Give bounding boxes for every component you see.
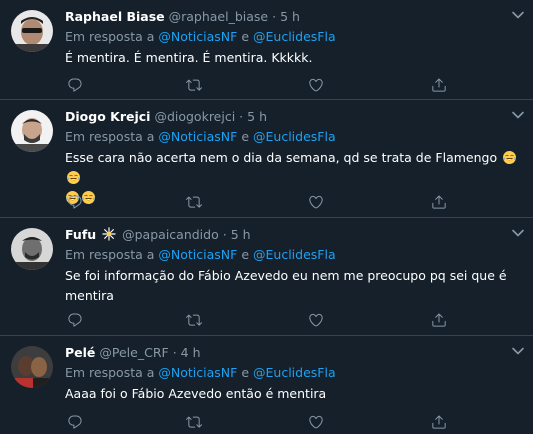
timestamp[interactable]: 5 h: [280, 9, 300, 24]
user-handle[interactable]: @raphael_biase: [169, 9, 269, 24]
avatar[interactable]: [11, 10, 53, 52]
share-icon[interactable]: [431, 77, 447, 93]
share-icon[interactable]: [431, 194, 447, 210]
retweet-icon[interactable]: [186, 312, 202, 328]
reply-icon[interactable]: [67, 77, 83, 93]
avatar[interactable]: [11, 346, 53, 388]
tweet-text-line: Se foi informação do Fábio Azevedo eu ne…: [65, 268, 507, 283]
mention-link[interactable]: @EuclidesFla: [253, 247, 336, 262]
laughing-emoji-icon: [502, 150, 517, 165]
retweet-icon[interactable]: [186, 77, 202, 93]
chevron-down-icon[interactable]: [511, 110, 525, 120]
mention-link[interactable]: @EuclidesFla: [253, 365, 336, 380]
share-icon[interactable]: [431, 312, 447, 328]
user-handle[interactable]: @Pele_CRF: [99, 345, 168, 360]
mention-link[interactable]: @NoticiasNF: [158, 365, 237, 380]
reply-context: Em resposta a @NoticiasNF e @EuclidesFla: [65, 246, 521, 264]
reply-icon[interactable]: [67, 194, 83, 210]
avatar[interactable]: [11, 110, 53, 152]
reply-prefix: Em resposta a: [65, 365, 155, 380]
reply-conjunction: e: [241, 129, 250, 144]
tweet[interactable]: Diogo Krejci @diogokrejci · 5 h Em respo…: [0, 100, 533, 218]
display-name[interactable]: Fufu: [65, 227, 96, 242]
tweet[interactable]: Raphael Biase @raphael_biase · 5 h Em re…: [0, 0, 533, 100]
retweet-icon[interactable]: [186, 194, 202, 210]
tweet-actions: [65, 194, 521, 210]
reply-prefix: Em resposta a: [65, 29, 155, 44]
separator-dot: ·: [172, 345, 177, 360]
tweet-actions: [65, 414, 521, 430]
reply-context: Em resposta a @NoticiasNF e @EuclidesFla: [65, 28, 521, 46]
tweet-text: Aaaa foi o Fábio Azevedo então é mentira: [65, 386, 327, 401]
reply-context: Em resposta a @NoticiasNF e @EuclidesFla: [65, 128, 521, 146]
share-icon[interactable]: [431, 414, 447, 430]
laughing-emoji-icon: [66, 170, 81, 185]
like-icon[interactable]: [308, 77, 324, 93]
separator-dot: ·: [239, 109, 244, 124]
like-icon[interactable]: [308, 414, 324, 430]
timestamp[interactable]: 5 h: [231, 227, 251, 242]
reply-icon[interactable]: [67, 414, 83, 430]
tweet-actions: [65, 77, 521, 93]
mention-link[interactable]: @NoticiasNF: [158, 129, 237, 144]
separator-dot: ·: [272, 9, 277, 24]
mention-link[interactable]: @EuclidesFla: [253, 29, 336, 44]
mention-link[interactable]: @NoticiasNF: [158, 247, 237, 262]
reply-context: Em resposta a @NoticiasNF e @EuclidesFla: [65, 364, 521, 382]
like-icon[interactable]: [308, 194, 324, 210]
display-name[interactable]: Diogo Krejci: [65, 109, 150, 124]
retweet-icon[interactable]: [186, 414, 202, 430]
reply-conjunction: e: [241, 247, 250, 262]
tweet-actions: [65, 312, 521, 328]
chevron-down-icon[interactable]: [511, 346, 525, 356]
user-handle[interactable]: @diogokrejci: [154, 109, 235, 124]
sparkle-icon: [102, 227, 116, 241]
reply-conjunction: e: [241, 365, 250, 380]
avatar[interactable]: [11, 228, 53, 270]
chevron-down-icon[interactable]: [511, 10, 525, 20]
timestamp[interactable]: 4 h: [181, 345, 201, 360]
mention-link[interactable]: @NoticiasNF: [158, 29, 237, 44]
chevron-down-icon[interactable]: [511, 228, 525, 238]
timestamp[interactable]: 5 h: [247, 109, 267, 124]
reply-icon[interactable]: [67, 312, 83, 328]
reply-prefix: Em resposta a: [65, 247, 155, 262]
like-icon[interactable]: [308, 312, 324, 328]
tweet-text: Se foi informação do Fábio Azevedo eu ne…: [65, 266, 521, 306]
display-name[interactable]: Pelé: [65, 345, 95, 360]
display-name[interactable]: Raphael Biase: [65, 9, 165, 24]
reply-conjunction: e: [241, 29, 250, 44]
user-handle[interactable]: @papaicandido: [122, 227, 219, 242]
tweet-text-body: Esse cara não acerta nem o dia da semana…: [65, 150, 498, 165]
tweet-text-line: mentira: [65, 288, 114, 303]
reply-prefix: Em resposta a: [65, 129, 155, 144]
tweet[interactable]: Fufu @papaicandido · 5 h Em resposta a @…: [0, 218, 533, 336]
tweet-text: É mentira. É mentira. É mentira. Kkkkk.: [65, 50, 313, 65]
separator-dot: ·: [222, 227, 227, 242]
tweet[interactable]: Pelé @Pele_CRF · 4 h Em resposta a @Noti…: [0, 336, 533, 434]
mention-link[interactable]: @EuclidesFla: [253, 129, 336, 144]
